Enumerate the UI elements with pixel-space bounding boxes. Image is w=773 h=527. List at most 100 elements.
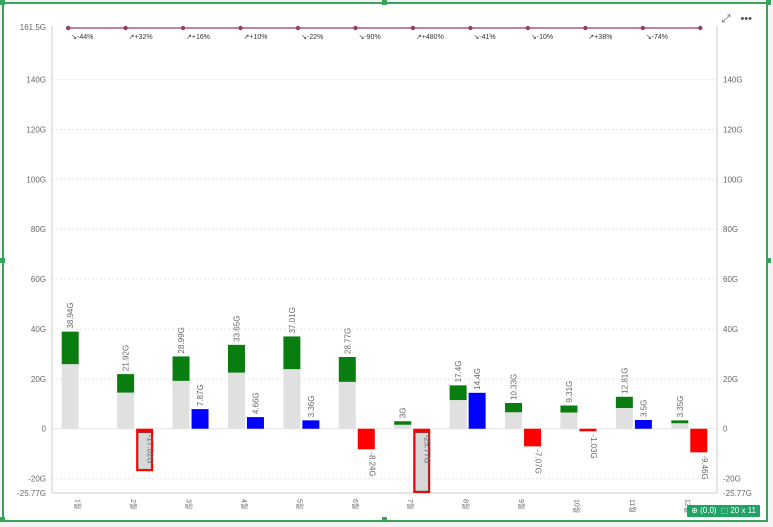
indicator-point bbox=[698, 25, 703, 31]
y-tick-label-right: -20G bbox=[723, 475, 741, 484]
x-tick-label: 10월 bbox=[572, 499, 581, 513]
data-label-change: -17.02G bbox=[146, 435, 155, 464]
resize-handle-bottom-left[interactable] bbox=[0, 517, 5, 522]
indicator-label: ↘-22% bbox=[301, 34, 323, 41]
indicator-point bbox=[410, 25, 416, 31]
bar-increase bbox=[449, 385, 467, 401]
bar-base bbox=[338, 381, 356, 429]
data-label-change: 14.4G bbox=[473, 368, 482, 390]
indicator-point bbox=[65, 25, 71, 31]
bar-change bbox=[579, 428, 597, 432]
bar-increase bbox=[227, 344, 245, 373]
y-tick-label-right: 20G bbox=[723, 375, 738, 384]
indicator-point bbox=[468, 25, 473, 31]
indicator-label: ↗+38% bbox=[588, 34, 612, 41]
data-label-change: -8.24G bbox=[367, 452, 376, 476]
indicator-label: ↘-41% bbox=[473, 34, 495, 41]
bar-base bbox=[227, 372, 245, 429]
indicator-label: ↗+16% bbox=[186, 34, 210, 41]
data-label-change: -1.03G bbox=[589, 434, 598, 458]
bar-change bbox=[468, 392, 486, 429]
bar-base bbox=[615, 408, 633, 429]
data-label-total: 37.01G bbox=[288, 307, 297, 333]
resize-handle-top[interactable] bbox=[382, 0, 387, 5]
bar-change bbox=[690, 428, 708, 453]
expand-icon[interactable]: ⤢ bbox=[722, 13, 731, 26]
data-label-total: 21.92G bbox=[122, 345, 131, 371]
x-tick-label: 5월 bbox=[295, 499, 304, 509]
data-label-change: 7.87G bbox=[196, 384, 205, 406]
size-readout: ⬚ 20 x 11 bbox=[720, 506, 756, 515]
x-tick-label: 11월 bbox=[628, 499, 637, 513]
data-label-change: -25.77G bbox=[423, 435, 432, 464]
bar-increase bbox=[505, 402, 523, 413]
data-label-total: 12.81G bbox=[620, 368, 629, 394]
bar-base bbox=[283, 369, 301, 429]
bar-increase bbox=[560, 405, 578, 413]
y-max-label: 161.5G bbox=[20, 23, 46, 32]
bar-base bbox=[117, 392, 135, 429]
data-label-total: 28.99G bbox=[177, 327, 186, 353]
y-tick-label-left: 60G bbox=[31, 275, 46, 284]
indicator-point bbox=[353, 25, 358, 31]
status-badge: ⊕ (0,0) ⬚ 20 x 11 bbox=[687, 505, 760, 517]
bar-base bbox=[671, 423, 689, 429]
bar-base bbox=[61, 364, 79, 429]
y-tick-label-left: 0 bbox=[42, 425, 47, 434]
indicator-point bbox=[238, 25, 243, 31]
x-tick-label: 2월 bbox=[129, 499, 138, 509]
indicator-label: ↘-44% bbox=[71, 34, 93, 41]
y-min-label-right: -25.77G bbox=[723, 489, 752, 498]
indicator-label: ↗+480% bbox=[416, 34, 444, 41]
resize-handle-top-right[interactable] bbox=[766, 0, 771, 5]
resize-handle-right[interactable] bbox=[766, 258, 771, 263]
bar-increase bbox=[117, 374, 135, 393]
indicator-point bbox=[525, 25, 531, 31]
indicator-label: ↘-74% bbox=[646, 34, 668, 41]
indicator-point bbox=[640, 25, 646, 31]
y-tick-label-right: 100G bbox=[723, 175, 743, 184]
data-label-change: 3.5G bbox=[639, 400, 648, 417]
waterfall-chart: -20G -20G 0 0 20G 20G 40G 40G 60G 60G 80G 80G 100G 10… bbox=[17, 23, 752, 513]
y-tick-label-right: 40G bbox=[723, 325, 738, 334]
x-tick-label: 7월 bbox=[406, 499, 415, 509]
y-tick-label-left: 20G bbox=[31, 375, 46, 384]
y-tick-label-left: -20G bbox=[28, 475, 46, 484]
bar-change bbox=[357, 428, 375, 450]
x-tick-label: 3월 bbox=[185, 499, 194, 509]
bar-base bbox=[172, 380, 190, 429]
indicator-point bbox=[123, 25, 128, 31]
chart-frame[interactable]: -20G -20G 0 0 20G 20G 40G 40G 60G 60G 80G 80G 100G 10… bbox=[2, 2, 768, 522]
y-tick-label-left: 140G bbox=[26, 76, 46, 85]
y-tick-label-left: 80G bbox=[31, 225, 46, 234]
resize-handle-top-left[interactable] bbox=[0, 0, 5, 5]
y-tick-label-left: 40G bbox=[31, 325, 46, 334]
data-label-change: -7.07G bbox=[534, 449, 543, 473]
data-label-total: 28.77G bbox=[343, 328, 352, 354]
y-min-label-left: -25.77G bbox=[17, 489, 46, 498]
y-tick-label-left: 120G bbox=[26, 125, 46, 134]
bar-change bbox=[302, 420, 320, 429]
x-tick-label: 8월 bbox=[462, 499, 471, 509]
more-options-icon[interactable]: ••• bbox=[740, 13, 752, 26]
x-tick-label: 1월 bbox=[74, 499, 83, 509]
bar-change bbox=[634, 420, 652, 429]
resize-handle-left[interactable] bbox=[0, 258, 5, 263]
indicator-point bbox=[583, 25, 588, 31]
data-label-change: 3.36G bbox=[307, 396, 316, 418]
indicator-label: ↗+32% bbox=[129, 34, 153, 41]
x-tick-label: 4월 bbox=[240, 499, 249, 509]
bar-change bbox=[524, 428, 542, 447]
bar-increase bbox=[394, 421, 412, 425]
bar-base bbox=[505, 412, 523, 429]
y-tick-label-right: 60G bbox=[723, 275, 738, 284]
bar-increase bbox=[61, 331, 79, 365]
bar-change bbox=[191, 409, 209, 429]
indicator-label: ↗+10% bbox=[244, 34, 268, 41]
y-tick-label-right: 0 bbox=[723, 425, 728, 434]
bar-change bbox=[246, 417, 264, 429]
data-label-total: 9.31G bbox=[565, 381, 574, 403]
bar-increase bbox=[172, 356, 190, 381]
resize-handle-bottom[interactable] bbox=[382, 517, 387, 522]
chart-toolbar: ⤢ ••• bbox=[722, 13, 752, 26]
